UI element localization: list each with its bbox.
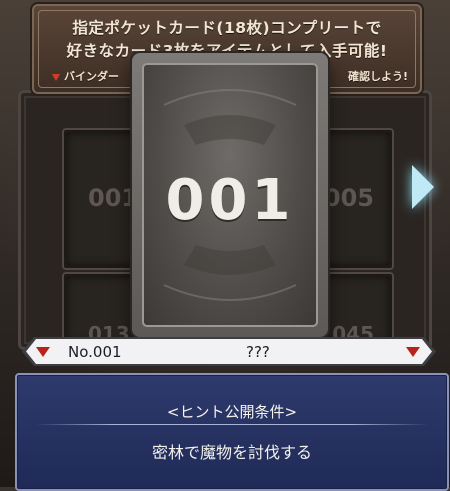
banner-right-note: 確認しよう! (348, 68, 408, 84)
hint-panel: <ヒント公開条件> 密林で魔物を討伐する (15, 373, 449, 491)
banner-right-text: 確認しよう! (347, 70, 408, 83)
hint-divider (35, 424, 429, 425)
left-marker-icon (36, 347, 50, 357)
hint-title: <ヒント公開条件> (166, 403, 298, 421)
card-no: No.001 (68, 343, 122, 361)
selected-card[interactable]: 001 (132, 53, 328, 337)
right-marker-icon (406, 347, 420, 357)
card-face: 001 (142, 63, 318, 327)
banner-left-text: バインダー (64, 70, 119, 83)
next-page-arrow-icon[interactable] (412, 165, 434, 209)
banner-line-1: 指定ポケットカード(18枚)コンプリートで (72, 19, 382, 37)
card-name-bar: No.001 ??? (20, 336, 438, 367)
card-number: 001 (165, 168, 295, 233)
banner-left-note: バインダー (52, 68, 119, 84)
slot-number: 005 (323, 184, 374, 212)
hint-body: 密林で魔物を討伐する (151, 443, 312, 462)
down-triangle-icon (52, 73, 60, 81)
card-name: ??? (246, 343, 270, 361)
